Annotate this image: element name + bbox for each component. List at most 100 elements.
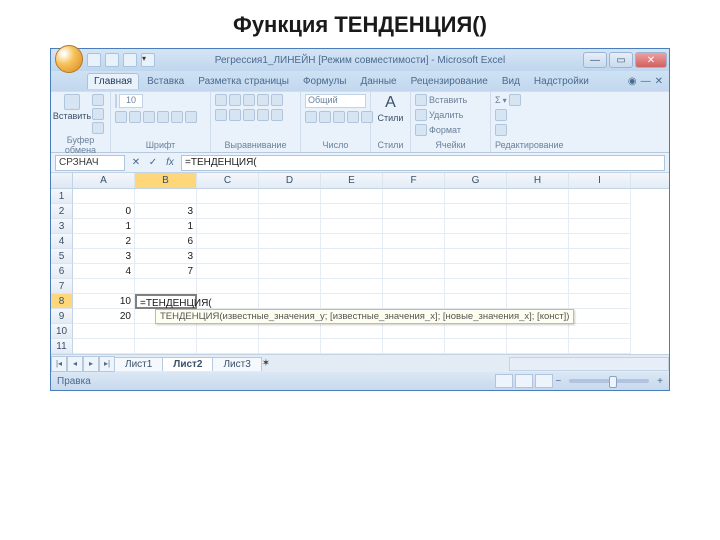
cell[interactable]: 0 <box>73 204 135 219</box>
cell[interactable]: 2 <box>73 234 135 249</box>
fill-icon[interactable] <box>495 109 507 121</box>
align-middle-icon[interactable] <box>229 94 241 106</box>
column-header[interactable]: E <box>321 173 383 188</box>
cell[interactable] <box>507 294 569 309</box>
cell[interactable] <box>383 279 445 294</box>
percent-icon[interactable] <box>319 111 331 123</box>
cell[interactable] <box>321 219 383 234</box>
indent-dec-icon[interactable] <box>257 109 269 121</box>
cell[interactable] <box>197 234 259 249</box>
number-format-combo[interactable]: Общий <box>305 94 366 108</box>
sheet-next-button[interactable]: ▸ <box>83 356 99 372</box>
border-icon[interactable] <box>157 111 169 123</box>
column-header[interactable]: D <box>259 173 321 188</box>
cell[interactable] <box>445 249 507 264</box>
align-bottom-icon[interactable] <box>243 94 255 106</box>
cell[interactable] <box>445 294 507 309</box>
row-header[interactable]: 7 <box>51 279 73 294</box>
close-button[interactable]: ✕ <box>635 52 667 68</box>
cell[interactable] <box>507 279 569 294</box>
cell[interactable] <box>383 204 445 219</box>
cell[interactable] <box>259 339 321 354</box>
maximize-button[interactable]: ▭ <box>609 52 633 68</box>
cell[interactable] <box>321 204 383 219</box>
horizontal-scrollbar[interactable] <box>280 357 669 371</box>
cell[interactable] <box>507 204 569 219</box>
cut-icon[interactable] <box>92 94 104 106</box>
cell[interactable] <box>445 234 507 249</box>
cell[interactable] <box>135 339 197 354</box>
cell[interactable] <box>321 264 383 279</box>
cell[interactable] <box>569 294 631 309</box>
cell[interactable]: 1 <box>135 219 197 234</box>
cell[interactable] <box>569 249 631 264</box>
italic-icon[interactable] <box>129 111 141 123</box>
currency-icon[interactable] <box>305 111 317 123</box>
tab-home[interactable]: Главная <box>87 73 139 89</box>
cell[interactable] <box>259 264 321 279</box>
cell[interactable] <box>197 219 259 234</box>
row-header[interactable]: 2 <box>51 204 73 219</box>
cell[interactable] <box>569 234 631 249</box>
qat-more-icon[interactable]: ▾ <box>141 53 155 67</box>
office-button[interactable] <box>55 45 83 73</box>
tab-insert[interactable]: Вставка <box>141 74 190 89</box>
cell[interactable] <box>445 204 507 219</box>
redo-icon[interactable] <box>123 53 137 67</box>
cell[interactable] <box>507 234 569 249</box>
cell[interactable] <box>321 294 383 309</box>
cell[interactable]: 7 <box>135 264 197 279</box>
cell[interactable] <box>321 234 383 249</box>
fill-color-icon[interactable] <box>171 111 183 123</box>
help-icon[interactable]: ◉ <box>628 76 637 87</box>
cell[interactable] <box>197 324 259 339</box>
merge-icon[interactable] <box>271 109 283 121</box>
cell[interactable] <box>73 339 135 354</box>
cell[interactable]: 4 <box>73 264 135 279</box>
save-icon[interactable] <box>87 53 101 67</box>
undo-icon[interactable] <box>105 53 119 67</box>
row-header[interactable]: 1 <box>51 189 73 204</box>
cell[interactable] <box>569 264 631 279</box>
paste-button[interactable]: Вставить <box>55 94 89 121</box>
cell[interactable] <box>321 339 383 354</box>
cell[interactable]: =ТЕНДЕНЦИЯ( <box>135 294 197 309</box>
column-header[interactable]: F <box>383 173 445 188</box>
cell[interactable] <box>383 189 445 204</box>
row-header[interactable]: 5 <box>51 249 73 264</box>
cell[interactable] <box>569 324 631 339</box>
cell[interactable]: 10 <box>73 294 135 309</box>
clear-icon[interactable] <box>495 124 507 136</box>
cell[interactable] <box>197 339 259 354</box>
cell[interactable] <box>569 279 631 294</box>
align-left-icon[interactable] <box>215 109 227 121</box>
cell[interactable] <box>321 189 383 204</box>
cell[interactable] <box>507 219 569 234</box>
sheet-tab[interactable]: Лист2 <box>162 357 213 371</box>
cell[interactable]: 20 <box>73 309 135 324</box>
tab-view[interactable]: Вид <box>496 74 526 89</box>
cell[interactable] <box>383 249 445 264</box>
cell[interactable] <box>197 189 259 204</box>
zoom-out-button[interactable]: − <box>555 376 561 387</box>
autosum-icon[interactable]: Σ <box>495 95 501 105</box>
view-layout-button[interactable] <box>515 374 533 388</box>
cell[interactable] <box>321 279 383 294</box>
doc-close-icon[interactable]: ✕ <box>655 76 663 87</box>
cell[interactable] <box>73 279 135 294</box>
cell[interactable]: 1 <box>73 219 135 234</box>
cell[interactable] <box>135 189 197 204</box>
tab-page-layout[interactable]: Разметка страницы <box>192 74 295 89</box>
cell[interactable] <box>445 189 507 204</box>
orientation-icon[interactable] <box>257 94 269 106</box>
cell[interactable] <box>197 249 259 264</box>
cell[interactable] <box>259 204 321 219</box>
comma-icon[interactable] <box>333 111 345 123</box>
format-cells-button[interactable]: Формат <box>415 124 461 136</box>
row-header[interactable]: 4 <box>51 234 73 249</box>
font-color-icon[interactable] <box>185 111 197 123</box>
zoom-in-button[interactable]: + <box>657 376 663 387</box>
cell[interactable]: 6 <box>135 234 197 249</box>
view-pagebreak-button[interactable] <box>535 374 553 388</box>
fx-button[interactable]: fx <box>163 157 177 168</box>
